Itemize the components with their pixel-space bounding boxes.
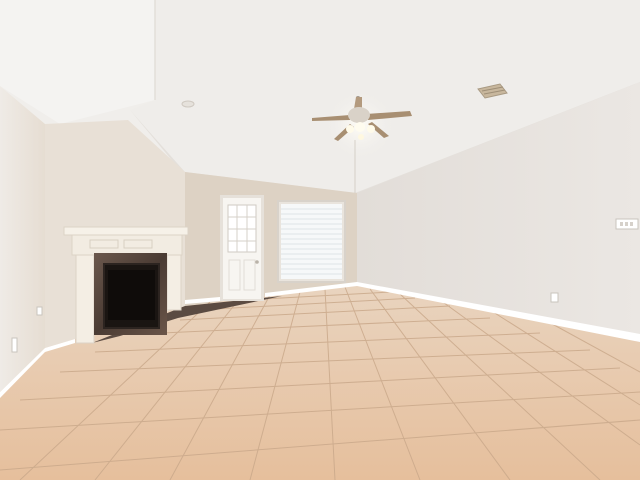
door-knob-icon (255, 260, 259, 264)
exterior-door (220, 195, 264, 301)
wall-outlet-corner (11, 337, 18, 353)
left-wall (0, 86, 45, 392)
window-with-blinds (277, 200, 346, 283)
wall-outlet-right (550, 292, 559, 303)
fireplace-mantel (63, 226, 189, 236)
room-photo (0, 0, 640, 480)
fan-light-bulb-icon (346, 125, 354, 133)
wall-outlet-left (36, 306, 43, 316)
smoke-detector (181, 100, 195, 108)
